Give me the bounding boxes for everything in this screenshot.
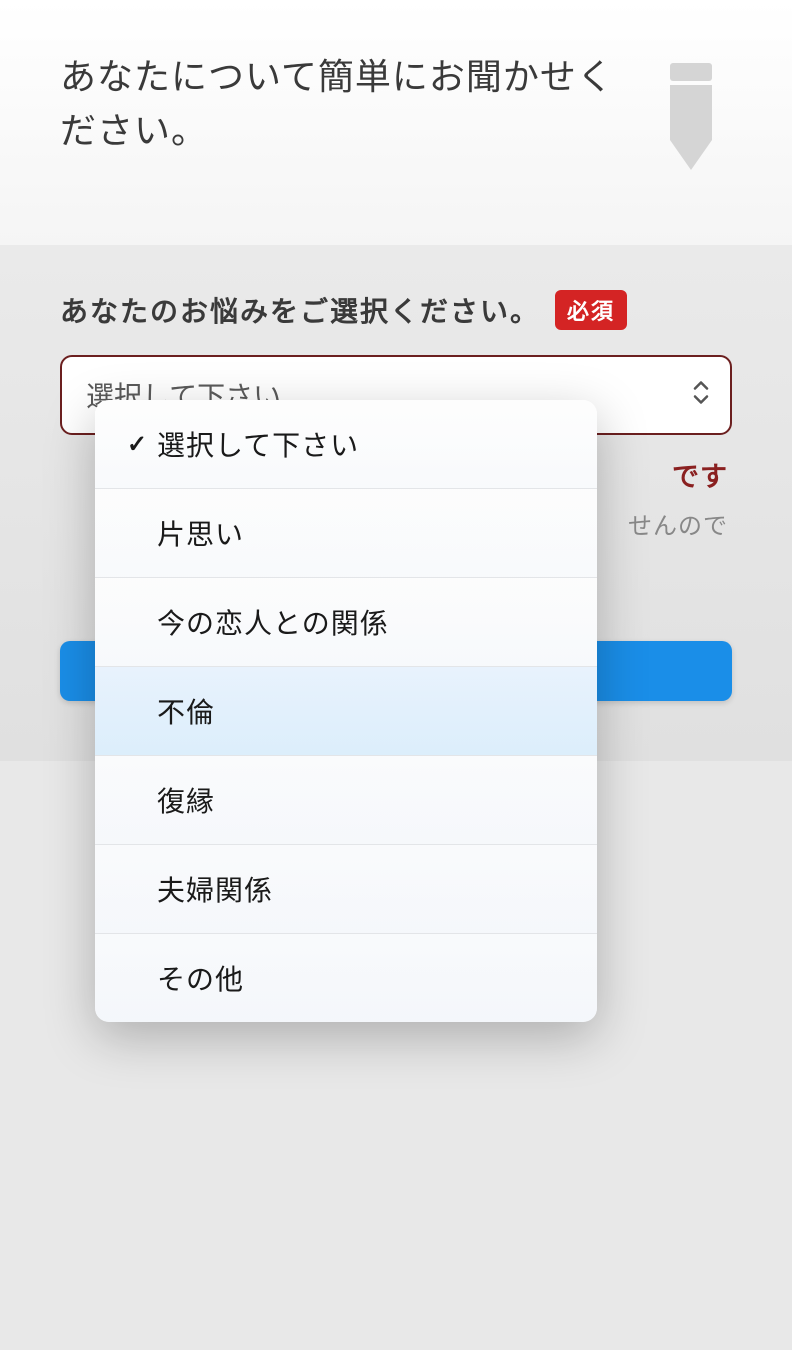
dropdown-option-placeholder[interactable]: ✓ 選択して下さい: [95, 400, 597, 489]
dropdown-option-kataomoi[interactable]: 片思い: [95, 489, 597, 578]
pencil-icon: [632, 55, 742, 175]
dropdown-option-sonota[interactable]: その他: [95, 934, 597, 1022]
chevron-updown-icon: [692, 380, 710, 411]
required-badge: 必須: [555, 290, 627, 330]
field-label-row: あなたのお悩みをご選択ください。 必須: [60, 290, 732, 330]
dropdown-option-fukuen[interactable]: 復縁: [95, 756, 597, 845]
concern-dropdown: ✓ 選択して下さい 片思い 今の恋人との関係 不倫 復縁 夫婦関係 その他: [95, 400, 597, 1022]
check-icon: ✓: [127, 430, 147, 459]
option-label: 復縁: [157, 780, 577, 820]
option-label: 今の恋人との関係: [157, 602, 577, 642]
option-label: その他: [157, 958, 577, 998]
option-label: 片思い: [157, 513, 577, 553]
field-label: あなたのお悩みをご選択ください。: [60, 290, 540, 330]
option-label: 夫婦関係: [157, 869, 577, 909]
option-label: 不倫: [157, 691, 577, 731]
option-label: 選択して下さい: [157, 424, 577, 464]
page-header: あなたについて簡単にお聞かせください。: [0, 0, 792, 245]
dropdown-option-fuufu[interactable]: 夫婦関係: [95, 845, 597, 934]
dropdown-option-furin[interactable]: 不倫: [95, 667, 597, 756]
page-title: あなたについて簡単にお聞かせください。: [60, 50, 632, 158]
dropdown-option-koibito[interactable]: 今の恋人との関係: [95, 578, 597, 667]
